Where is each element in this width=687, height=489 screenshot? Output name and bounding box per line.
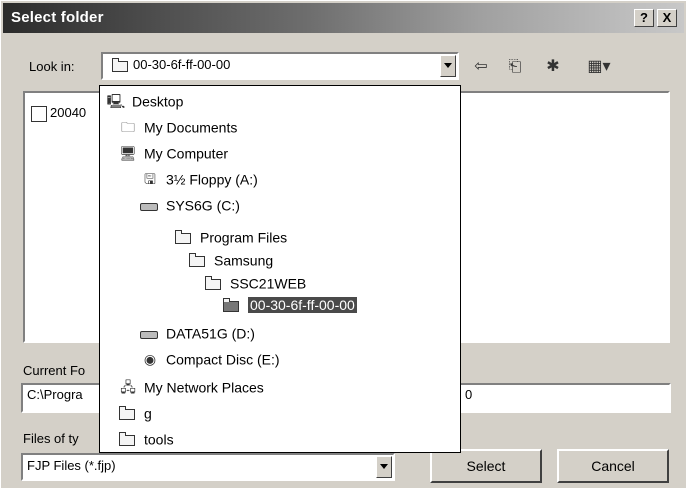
- look-in-value: 00-30-6f-ff-00-00: [133, 57, 231, 72]
- title-bar: Select folder ? X: [3, 3, 684, 33]
- dropdown-item-cd-drive[interactable]: ◉ Compact Disc (E:): [140, 348, 280, 368]
- dropdown-item-my-documents[interactable]: 🗀 My Documents: [118, 116, 237, 136]
- look-in-dropdown-list[interactable]: 🖳 Desktop 🗀 My Documents 🖥 My Computer 🖫 3½ …: [99, 85, 461, 453]
- new-folder-icon[interactable]: ✱: [541, 55, 565, 79]
- dropdown-item-selected-folder[interactable]: 00-30-6f-ff-00-00: [222, 294, 357, 314]
- folder-icon: [188, 252, 208, 268]
- folder-icon: [174, 229, 194, 245]
- list-item[interactable]: 20040: [31, 105, 86, 122]
- folder-icon: [111, 57, 131, 73]
- look-in-label: Look in:: [29, 59, 75, 74]
- select-button[interactable]: Select: [430, 449, 542, 483]
- current-folder-value-tail: 0: [465, 387, 473, 402]
- view-menu-icon[interactable]: ▦▾: [579, 55, 619, 79]
- dropdown-item-network-places[interactable]: 🖧 My Network Places: [118, 376, 264, 396]
- dropdown-item-ssc21web[interactable]: SSC21WEB: [204, 272, 306, 292]
- folder-icon: [118, 431, 138, 447]
- current-folder-label: Current Fo: [23, 363, 86, 378]
- dropdown-item-desktop[interactable]: 🖳 Desktop: [106, 90, 184, 110]
- drive-icon: [140, 197, 160, 213]
- dropdown-item-samsung[interactable]: Samsung: [188, 249, 273, 269]
- documents-icon: 🗀: [121, 119, 135, 136]
- look-in-combo[interactable]: 00-30-6f-ff-00-00: [101, 52, 459, 80]
- network-icon: 🖧: [120, 379, 136, 396]
- folder-icon: [204, 275, 224, 291]
- dropdown-item-tools[interactable]: tools: [118, 428, 174, 448]
- dropdown-item-drive-c[interactable]: SYS6G (C:): [140, 194, 240, 214]
- chevron-down-icon[interactable]: [440, 55, 456, 77]
- select-folder-dialog: Select folder ? X Look in: 00-30-6f-ff-0…: [0, 0, 687, 489]
- drive-icon: [140, 325, 160, 341]
- dropdown-item-my-computer[interactable]: 🖥 My Computer: [118, 142, 228, 162]
- folder-icon: [118, 405, 138, 421]
- dropdown-item-drive-d[interactable]: DATA51G (D:): [140, 322, 255, 342]
- dropdown-item-g[interactable]: g: [118, 402, 152, 422]
- chevron-down-icon[interactable]: [376, 456, 392, 478]
- close-button[interactable]: X: [657, 9, 677, 27]
- open-folder-icon: [222, 297, 242, 313]
- dialog-title: Select folder: [11, 9, 104, 26]
- files-of-type-label: Files of ty: [23, 431, 79, 446]
- up-folder-icon[interactable]: ⎗: [503, 55, 527, 79]
- files-of-type-combo[interactable]: FJP Files (*.fjp): [21, 453, 395, 481]
- help-button[interactable]: ?: [634, 9, 654, 27]
- file-icon: [31, 105, 47, 122]
- floppy-icon: 🖫: [144, 171, 156, 188]
- dropdown-item-program-files[interactable]: Program Files: [174, 226, 287, 246]
- dropdown-item-floppy[interactable]: 🖫 3½ Floppy (A:): [140, 168, 258, 188]
- cd-icon: ◉: [143, 351, 157, 368]
- computer-icon: 🖥: [119, 145, 137, 162]
- desktop-icon: 🖳: [106, 93, 126, 110]
- files-of-type-value: FJP Files (*.fjp): [27, 458, 116, 473]
- cancel-button[interactable]: Cancel: [557, 449, 669, 483]
- back-arrow-icon[interactable]: ⇦: [469, 55, 493, 79]
